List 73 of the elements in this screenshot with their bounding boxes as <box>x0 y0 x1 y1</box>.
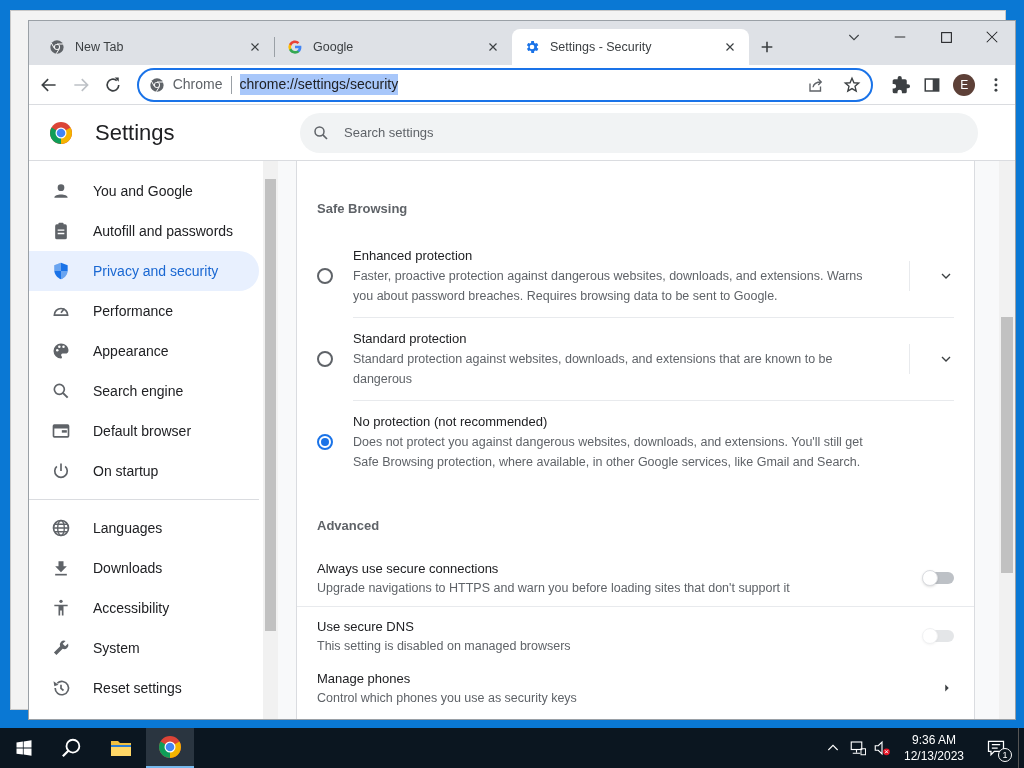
search-icon <box>51 381 71 401</box>
clock[interactable]: 9:36 AM 12/13/2023 <box>894 732 974 764</box>
radio-button[interactable] <box>317 351 333 367</box>
option-title: No protection (not recommended) <box>353 412 549 431</box>
sidebar-item[interactable]: System <box>29 628 259 668</box>
chrome-logo-icon <box>158 735 182 759</box>
sidebar-item[interactable]: Privacy and security <box>29 251 259 291</box>
tab-title: Settings - Security <box>550 38 653 56</box>
side-panel-icon[interactable] <box>923 75 942 94</box>
option-title: Standard protection <box>353 329 468 348</box>
option-title: Enhanced protection <box>353 246 474 265</box>
setting-description: Control which phones you use as security keys <box>317 690 578 707</box>
setting-title: Manage phones <box>317 670 412 688</box>
network-icon[interactable] <box>849 739 867 757</box>
search-field[interactable]: Search settings <box>300 112 978 153</box>
close-icon[interactable] <box>985 30 999 44</box>
address-bar[interactable]: Chrome chrome://settings/security <box>136 67 874 102</box>
profile-avatar[interactable]: E <box>953 73 976 96</box>
browser-tab[interactable]: Settings - Security <box>512 29 749 65</box>
accessibility-icon <box>51 598 71 618</box>
shield-icon <box>51 261 71 281</box>
sidebar-item[interactable]: Appearance <box>29 331 259 371</box>
setting-title: Use secure DNS <box>317 618 415 636</box>
section-heading: Safe Browsing <box>316 200 409 218</box>
sidebar-item[interactable]: Default browser <box>29 411 259 451</box>
power-icon <box>51 461 71 481</box>
notification-button[interactable]: 1 <box>974 728 1018 768</box>
sidebar-item[interactable]: Languages <box>29 508 259 548</box>
option-description: Faster, proactive protection against dangerous websites, downloads, and extensions. Warns you about password breaches. Requires browsing data to be sent to Google. <box>353 267 864 305</box>
sidebar-item[interactable]: You and Google <box>29 171 259 211</box>
url-text: chrome://settings/security <box>239 74 399 95</box>
radio-button[interactable] <box>317 268 333 284</box>
search-icon <box>312 123 330 142</box>
sidebar-item[interactable]: On startup <box>29 451 259 491</box>
sidebar-item[interactable]: Performance <box>29 291 259 331</box>
section-heading: Advanced <box>316 516 381 535</box>
toggle-switch[interactable] <box>922 570 954 586</box>
puzzle-icon[interactable] <box>891 74 912 95</box>
notification-count: 1 <box>998 748 1012 762</box>
person-icon <box>51 181 71 201</box>
globe-icon <box>51 518 71 538</box>
option-description: Does not protect you against dangerous websites, downloads, and extensions. You'll still get Safe Browsing protection, where available, in other Google services, like Gmail and Search. <box>353 433 864 471</box>
google-g-icon <box>287 39 303 55</box>
palette-icon <box>51 341 71 361</box>
muted-speaker-icon[interactable] <box>873 739 891 757</box>
history-icon <box>51 678 71 698</box>
site-label: Chrome <box>172 75 223 94</box>
page-title: Settings <box>95 119 176 147</box>
sidebar-item[interactable]: Accessibility <box>29 588 259 628</box>
windows-logo-icon <box>15 739 33 757</box>
browser-window-icon <box>51 421 71 441</box>
setting-description: This setting is disabled on managed browsers <box>317 638 572 655</box>
sidebar-item[interactable]: Reset settings <box>29 668 259 708</box>
chrome-icon <box>49 39 65 55</box>
message-icon <box>986 738 1006 758</box>
setting-description: Upgrade navigations to HTTPS and warn you before loading sites that don't support it <box>317 580 791 597</box>
setting-title: Always use secure connections <box>317 560 500 578</box>
option-description: Standard protection against websites, downloads, and extensions that are known to be dangerous <box>353 350 834 388</box>
chrome-taskbar-button[interactable] <box>146 728 194 768</box>
search-icon <box>61 737 83 759</box>
new-tab-icon[interactable] <box>759 39 775 55</box>
sidebar-item[interactable]: Search engine <box>29 371 259 411</box>
radio-button[interactable] <box>317 433 333 450</box>
wrench-icon <box>51 638 71 658</box>
chrome-icon <box>148 76 165 93</box>
tab-title: Google <box>313 38 355 56</box>
sidebar-item[interactable]: Autofill and passwords <box>29 211 259 251</box>
chrome-logo-icon <box>49 120 73 145</box>
star-icon[interactable] <box>843 75 862 94</box>
tab-title: New Tab <box>75 38 125 56</box>
gear-icon <box>524 39 540 55</box>
maximize-icon[interactable] <box>939 30 953 44</box>
sidebar-item[interactable]: Downloads <box>29 548 259 588</box>
